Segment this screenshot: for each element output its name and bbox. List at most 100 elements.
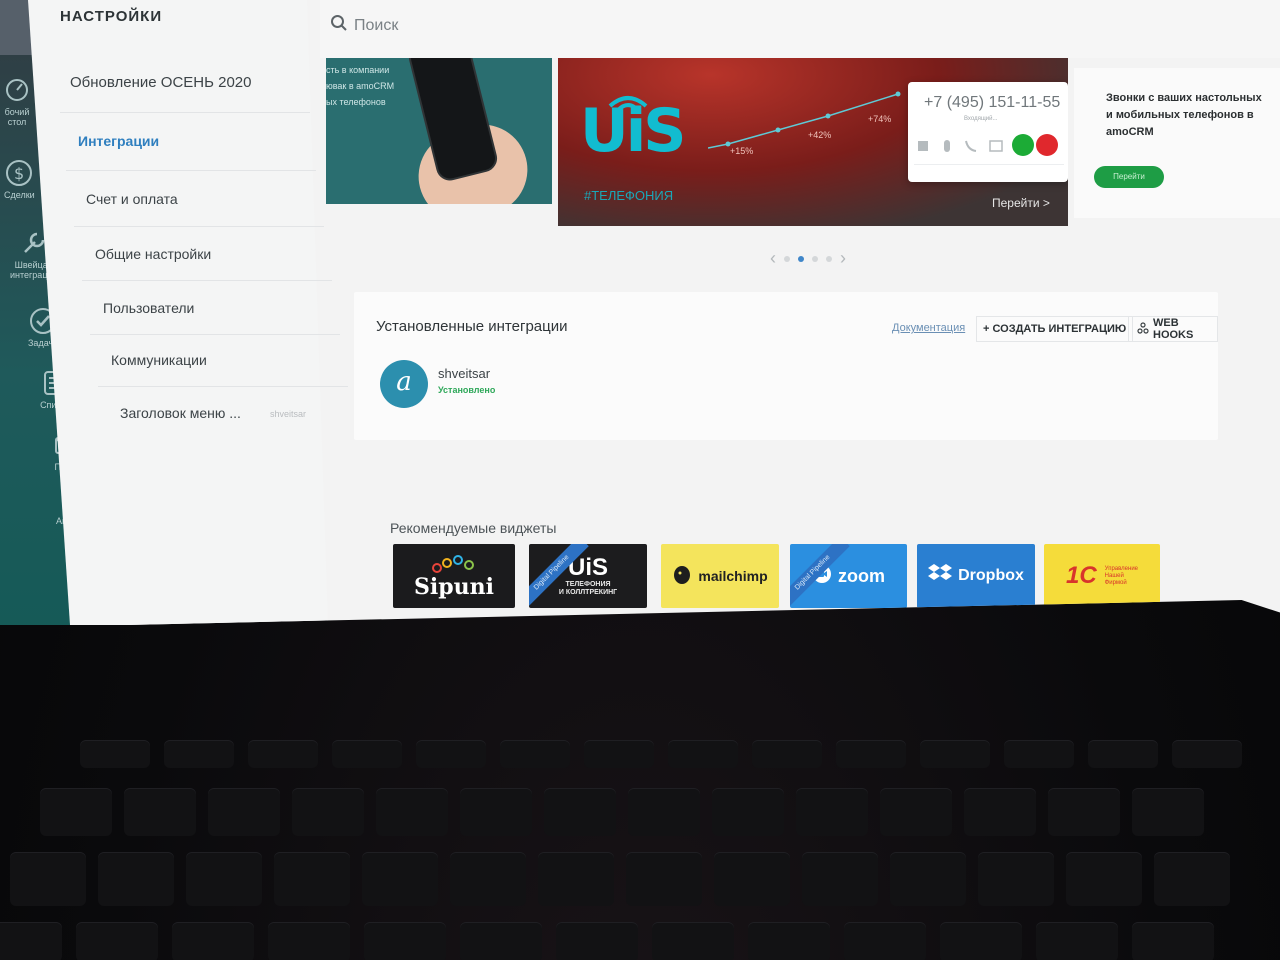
webhook-icon [1137, 321, 1149, 337]
screen: бочий стол $ Сделки Швейцар интеграция З… [0, 0, 1280, 625]
uis-logo: UiS [580, 96, 686, 166]
keyboard-key [538, 852, 614, 906]
keyboard-key [362, 852, 438, 906]
widget-uis[interactable]: Digital Pipeline UiS ТЕЛЕФОНИЯ И КОЛЛТРЕ… [529, 544, 647, 608]
divider [82, 280, 332, 281]
slide-goto-link[interactable]: Перейти > [992, 196, 1050, 210]
keyboard-key [890, 852, 966, 906]
rail-label: бочий стол [4, 107, 30, 127]
installed-title: Установленные интеграции [376, 318, 568, 335]
keyboard-key [626, 852, 702, 906]
menu-item-communications[interactable]: Коммуникации [111, 352, 207, 368]
keyboard-key [40, 788, 112, 836]
keyboard-key [1132, 788, 1204, 836]
svg-text:$: $ [14, 164, 24, 183]
keyboard-key [1036, 922, 1118, 960]
integration-name[interactable]: shveitsar [438, 366, 490, 381]
keyboard-key [274, 852, 350, 906]
keyboard-key [450, 852, 526, 906]
divider [914, 164, 1064, 165]
top-bar [320, 0, 1280, 58]
slide-right-button[interactable]: Перейти [1094, 166, 1164, 188]
keyboard-key [248, 740, 318, 768]
rail-label: Сделки [4, 190, 35, 200]
keyboard-key [292, 788, 364, 836]
menu-item-autumn-update[interactable]: Обновление ОСЕНЬ 2020 [70, 74, 252, 91]
keyboard-key [208, 788, 280, 836]
chevron-left-icon[interactable]: ‹ [770, 248, 776, 269]
integration-avatar[interactable]: a [380, 360, 428, 408]
keyboard-key [1048, 788, 1120, 836]
search-placeholder: Поиск [354, 16, 399, 34]
divider [60, 112, 310, 113]
keyboard-key [714, 852, 790, 906]
keyboard-key [920, 740, 990, 768]
keyboard-key [652, 922, 734, 960]
percent-label: +15% [730, 146, 754, 156]
documentation-link[interactable]: Документация [892, 322, 965, 334]
widget-label: mailchimp [698, 568, 768, 584]
keyboard-key [584, 740, 654, 768]
widget-zoom[interactable]: Digital Pipeline zoom [790, 544, 907, 608]
keyboard-key [1088, 740, 1158, 768]
keyboard-key [172, 922, 254, 960]
percent-label: +42% [808, 130, 832, 140]
call-phone-number: +7 (495) 151-11-55 [924, 94, 1061, 111]
widget-1c[interactable]: 1С Управление Нашей Фирмой [1044, 544, 1160, 608]
carousel-dot[interactable] [826, 255, 832, 262]
divider [98, 386, 348, 387]
keyboard-key [332, 740, 402, 768]
widget-sipuni[interactable]: Sipuni [393, 544, 515, 608]
slide-uis[interactable]: UiS #ТЕЛЕФОНИЯ +15% +42% +74% +7 (495) 1… [558, 58, 1068, 226]
keyboard-key [978, 852, 1054, 906]
widget-label: 1С [1065, 562, 1097, 589]
keyboard-key [364, 922, 446, 960]
decline-icon [1036, 134, 1058, 156]
menu-item-integrations[interactable]: Интеграции [78, 133, 159, 149]
menu-item-users[interactable]: Пользователи [103, 300, 194, 316]
menu-item-custom-header[interactable]: Заголовок меню ... [120, 405, 241, 421]
percent-label: +74% [868, 114, 892, 124]
rail-dashboard[interactable]: бочий стол [2, 75, 32, 127]
menu-item-general[interactable]: Общие настройки [95, 246, 211, 262]
widget-mailchimp[interactable]: mailchimp [661, 544, 779, 608]
keyboard-key [416, 740, 486, 768]
widget-dropbox[interactable]: Dropbox [917, 544, 1035, 608]
carousel-dot-active[interactable] [798, 255, 804, 262]
create-integration-button[interactable]: + СОЗДАТЬ ИНТЕГРАЦИЮ [976, 316, 1134, 342]
chevron-right-icon[interactable]: › [840, 248, 846, 269]
menu-item-sub: shveitsar [270, 409, 307, 419]
keyboard-key [880, 788, 952, 836]
search-input[interactable]: Поиск [330, 14, 398, 37]
keyboard-key [544, 788, 616, 836]
menu-item-billing[interactable]: Счет и оплата [86, 191, 178, 207]
divider [74, 226, 324, 227]
keyboard-key [668, 740, 738, 768]
widget-sublabel: Управление Нашей Фирмой [1104, 565, 1139, 586]
webhooks-button[interactable]: WEB HOOKS [1128, 316, 1218, 342]
dashboard-icon [2, 75, 32, 105]
keyboard-key [98, 852, 174, 906]
keyboard-key [836, 740, 906, 768]
keyboard-key [76, 922, 158, 960]
widget-label: Sipuni [414, 574, 494, 600]
keyboard-key [1172, 740, 1242, 768]
keyboard-key [500, 740, 570, 768]
settings-title: НАСТРОЙКИ [60, 8, 163, 25]
rail-deals[interactable]: $ Сделки [4, 158, 35, 200]
dropbox-icon [928, 563, 953, 590]
carousel-dot[interactable] [784, 255, 790, 262]
keyboard-key [1004, 740, 1074, 768]
keyboard-key [460, 788, 532, 836]
slide-left-text: сть в компании ювак в amoCRM ых телефоно… [326, 65, 395, 107]
keyboard-key [164, 740, 234, 768]
keyboard-key [0, 922, 62, 960]
slide-left[interactable]: сть в компании ювак в amoCRM ых телефоно… [326, 58, 552, 204]
carousel-dot[interactable] [812, 255, 818, 262]
keyboard-key [556, 922, 638, 960]
widget-label: zoom [838, 565, 885, 586]
widget-sublabel: ТЕЛЕФОНИЯ И КОЛЛТРЕКИНГ [558, 581, 618, 596]
keyboard-key [186, 852, 262, 906]
slide-right[interactable]: Звонки с ваших настольных и мобильных те… [1074, 68, 1280, 218]
keyboard-key [712, 788, 784, 836]
